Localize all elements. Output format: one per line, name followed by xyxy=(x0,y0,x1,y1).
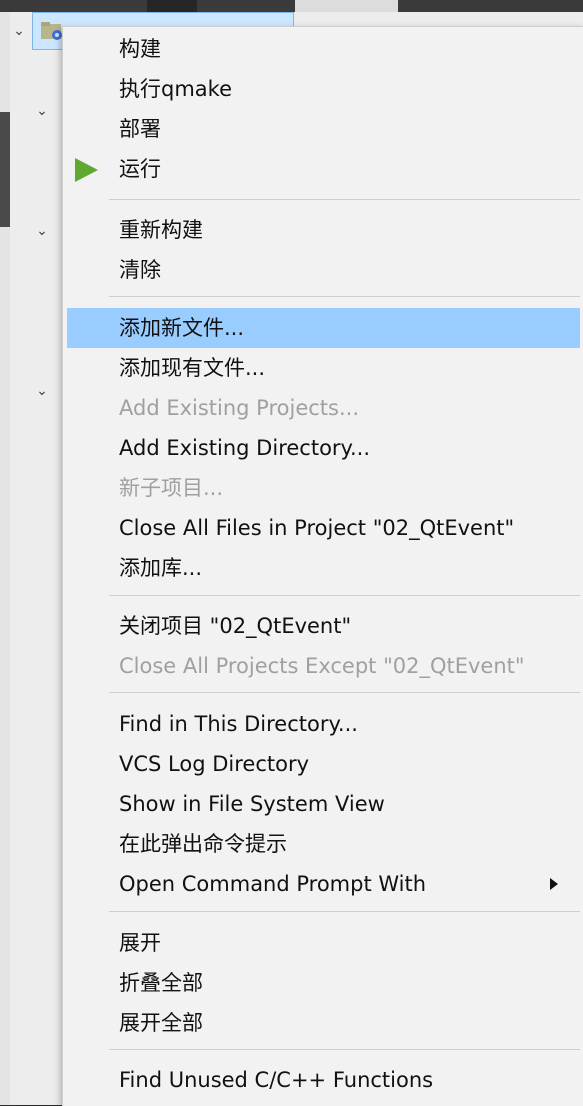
menu-item-label: VCS Log Directory xyxy=(119,752,310,776)
menu-item-label: 添加库... xyxy=(119,556,203,580)
menu-item-run-qmake[interactable]: 执行qmake xyxy=(67,69,580,109)
menu-item-label: Close All Projects Except "02_QtEvent" xyxy=(119,654,525,678)
chevron-down-icon[interactable]: ⌄ xyxy=(35,104,49,118)
project-folder-icon xyxy=(41,22,62,40)
submenu-arrow-icon xyxy=(550,878,558,890)
menu-item-label: 执行qmake xyxy=(119,77,232,101)
play-icon xyxy=(75,158,98,182)
menu-item-label: Add Existing Projects... xyxy=(119,396,360,420)
menu-item-label: 添加现有文件... xyxy=(119,356,266,380)
menu-item-expand-all[interactable]: 展开全部 xyxy=(67,1003,580,1043)
menu-separator xyxy=(109,911,580,912)
menu-item-label: Open Command Prompt With xyxy=(119,872,427,896)
menu-item-open-command-prompt-with[interactable]: Open Command Prompt With xyxy=(67,864,580,904)
menu-separator xyxy=(109,199,580,200)
menu-item-add-library[interactable]: 添加库... xyxy=(67,548,580,588)
menu-item-label: 在此弹出命令提示 xyxy=(119,832,287,856)
menu-item-add-existing-files[interactable]: 添加现有文件... xyxy=(67,348,580,388)
menu-item-close-project[interactable]: 关闭项目 "02_QtEvent" xyxy=(67,606,580,646)
menu-item-find-unused-functions[interactable]: Find Unused C/C++ Functions xyxy=(67,1060,580,1100)
side-strip xyxy=(0,12,10,1105)
menu-item-label: 构建 xyxy=(119,37,161,61)
menu-item-add-existing-projects[interactable]: Add Existing Projects... xyxy=(67,388,580,428)
toolbar-tab[interactable] xyxy=(147,0,197,12)
menu-item-add-existing-directory[interactable]: Add Existing Directory... xyxy=(67,428,580,468)
menu-item-label: Close All Files in Project "02_QtEvent" xyxy=(119,516,515,540)
top-toolbar xyxy=(0,0,583,12)
menu-item-label: 展开 xyxy=(119,931,161,955)
menu-item-build[interactable]: 构建 xyxy=(67,29,580,69)
chevron-down-icon[interactable]: ⌄ xyxy=(35,384,49,398)
menu-item-label: 部署 xyxy=(119,117,161,141)
menu-item-label: 重新构建 xyxy=(119,218,203,242)
menu-item-collapse-all[interactable]: 折叠全部 xyxy=(67,963,580,1003)
menu-item-label: 新子项目... xyxy=(119,476,224,500)
toolbar-tab-selected[interactable] xyxy=(295,0,398,12)
menu-item-label: 清除 xyxy=(119,258,161,282)
menu-item-label: 折叠全部 xyxy=(119,971,203,995)
menu-separator xyxy=(109,296,580,297)
menu-item-label: Find Unused C/C++ Functions xyxy=(119,1068,434,1092)
side-strip-block xyxy=(0,112,10,227)
menu-item-open-command-prompt-here[interactable]: 在此弹出命令提示 xyxy=(67,824,580,864)
menu-item-close-all-files-in-project[interactable]: Close All Files in Project "02_QtEvent" xyxy=(67,508,580,548)
menu-item-new-subproject[interactable]: 新子项目... xyxy=(67,468,580,508)
menu-item-add-new-file[interactable]: 添加新文件... xyxy=(67,308,580,348)
menu-item-show-in-file-system-view[interactable]: Show in File System View xyxy=(67,784,580,824)
chevron-down-icon[interactable]: ⌄ xyxy=(35,224,49,238)
menu-item-rebuild[interactable]: 重新构建 xyxy=(67,210,580,250)
chevron-down-icon[interactable]: ⌄ xyxy=(12,24,26,38)
context-menu: 构建 执行qmake 部署 运行 重新构建 清除 添加新文件... 添加现有文件… xyxy=(62,26,583,1106)
menu-item-expand[interactable]: 展开 xyxy=(67,923,580,963)
menu-separator xyxy=(109,692,580,693)
menu-item-label: 展开全部 xyxy=(119,1011,203,1035)
menu-item-label: Add Existing Directory... xyxy=(119,436,371,460)
menu-item-clean[interactable]: 清除 xyxy=(67,250,580,290)
menu-item-label: 运行 xyxy=(119,157,161,181)
menu-item-run[interactable]: 运行 xyxy=(67,149,580,189)
menu-item-label: Find in This Directory... xyxy=(119,712,358,736)
menu-separator xyxy=(109,595,580,596)
menu-item-label: 关闭项目 "02_QtEvent" xyxy=(119,614,352,638)
menu-item-find-in-directory[interactable]: Find in This Directory... xyxy=(67,704,580,744)
menu-item-label: 添加新文件... xyxy=(119,316,245,340)
menu-item-deploy[interactable]: 部署 xyxy=(67,109,580,149)
menu-item-close-all-projects-except[interactable]: Close All Projects Except "02_QtEvent" xyxy=(67,646,580,686)
menu-item-label: Show in File System View xyxy=(119,792,385,816)
menu-separator xyxy=(109,1049,580,1050)
menu-item-vcs-log-directory[interactable]: VCS Log Directory xyxy=(67,744,580,784)
